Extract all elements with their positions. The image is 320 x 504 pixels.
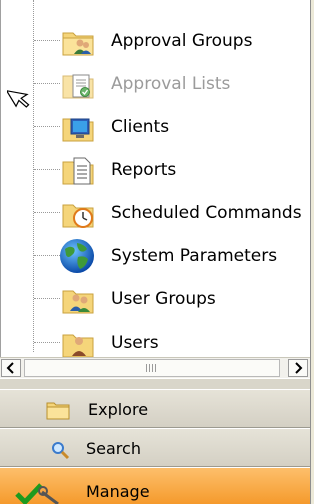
search-button[interactable]: Search <box>0 428 310 467</box>
tree-item-user-groups[interactable]: User Groups <box>1 278 309 320</box>
list-folder-icon <box>61 67 97 101</box>
explore-label: Explore <box>88 400 149 419</box>
tree-item-label: Users <box>111 333 159 353</box>
folder-icon <box>46 400 70 424</box>
mouse-cursor-icon <box>5 78 33 114</box>
tree-item-scheduled-commands[interactable]: Scheduled Commands <box>1 192 309 234</box>
group-folder-icon <box>61 24 97 58</box>
search-icon <box>50 440 70 464</box>
tree-item-approval-groups[interactable]: Approval Groups <box>1 20 309 62</box>
explore-button[interactable]: Explore <box>0 389 310 428</box>
horizontal-scrollbar[interactable] <box>0 357 310 378</box>
tree-item-users[interactable]: Users <box>1 322 309 357</box>
chevron-right-icon <box>295 362 303 374</box>
tree-item-label: Approval Groups <box>111 31 253 51</box>
manage-button[interactable]: Manage <box>0 467 310 504</box>
tree-item-reports[interactable]: Reports <box>1 149 309 191</box>
pane-border <box>310 0 314 504</box>
report-folder-icon <box>61 153 97 187</box>
user-folder-icon <box>61 326 97 357</box>
clock-folder-icon <box>61 196 97 230</box>
tree-item-approval-lists[interactable]: Approval Lists <box>1 63 309 105</box>
tree-item-label: Clients <box>111 117 170 137</box>
tree-item-clients[interactable]: Clients <box>1 106 309 148</box>
tree-view[interactable]: Approval Groups Approval Lists Clients R… <box>0 0 311 357</box>
scroll-left-button[interactable] <box>1 359 21 377</box>
tree-item-system-parameters[interactable]: System Parameters <box>1 235 309 277</box>
checkmark-tools-icon <box>14 482 70 504</box>
grip-icon <box>146 364 158 372</box>
scroll-thumb[interactable] <box>24 359 280 377</box>
tree-item-label: User Groups <box>111 289 216 309</box>
monitor-folder-icon <box>61 110 97 144</box>
chevron-left-icon <box>6 362 14 374</box>
tree-item-label: Reports <box>111 160 177 180</box>
globe-icon <box>57 237 94 273</box>
navigation-pane: Approval Groups Approval Lists Clients R… <box>0 0 314 504</box>
tree-item-label: System Parameters <box>111 246 278 266</box>
manage-label: Manage <box>86 482 150 501</box>
tree-item-label: Approval Lists <box>111 74 231 94</box>
tree-item-label: Scheduled Commands <box>111 203 302 223</box>
users-folder-icon <box>61 282 97 316</box>
search-label: Search <box>86 439 141 458</box>
scroll-right-button[interactable] <box>288 359 308 377</box>
